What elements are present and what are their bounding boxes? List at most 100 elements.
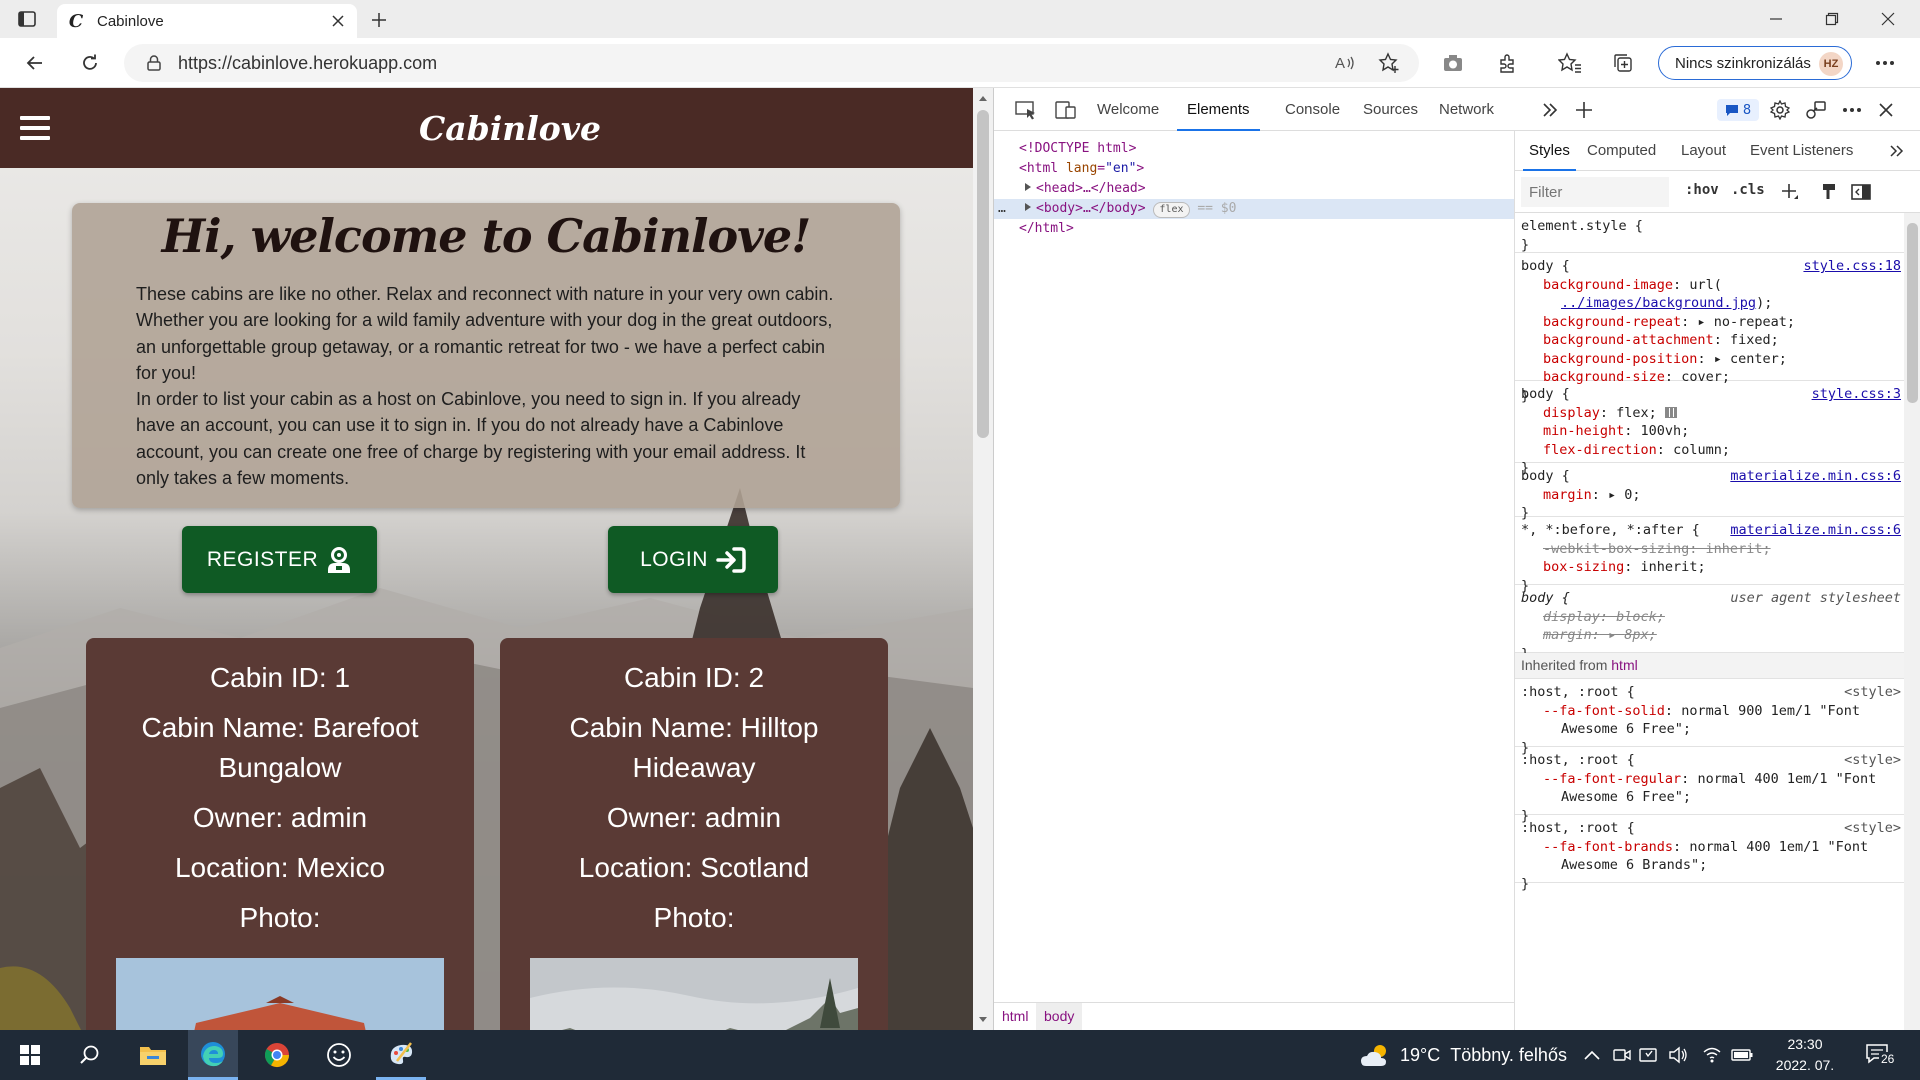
back-icon[interactable] (20, 48, 50, 78)
rule-body-background[interactable]: body { style.css:18 background-image: ur… (1515, 253, 1905, 404)
declaration-overridden[interactable]: margin: ▸ 8px; (1521, 626, 1905, 645)
device-toolbar-icon[interactable] (1054, 98, 1078, 122)
close-devtools-icon[interactable] (1874, 98, 1898, 122)
search-icon[interactable] (65, 1030, 115, 1080)
refresh-icon[interactable] (75, 48, 105, 78)
sync-profile-button[interactable]: Nincs szinkronizálás HZ (1658, 46, 1852, 80)
tab-actions-icon[interactable] (16, 8, 38, 30)
taskbar-clock[interactable]: 23:30 2022. 07. 19. (1770, 1034, 1840, 1080)
file-explorer-icon[interactable] (128, 1030, 178, 1080)
dom-node-head[interactable]: <head>…</head> (994, 179, 1514, 199)
restore-window-icon[interactable] (1804, 0, 1860, 38)
rule-source-link[interactable]: style.css:3 (1812, 385, 1901, 404)
screenshot-icon[interactable] (1438, 48, 1468, 78)
customize-menu-icon[interactable] (1840, 98, 1864, 122)
dom-node-html-close[interactable]: </html> (994, 219, 1514, 239)
inspect-element-icon[interactable] (1014, 98, 1038, 122)
collections-icon[interactable] (1608, 48, 1638, 78)
rule-root-fa-brands[interactable]: :host, :root { <style> --fa-font-brands:… (1515, 815, 1905, 892)
start-windows-icon[interactable] (5, 1030, 55, 1080)
toggle-hover-state-button[interactable]: :hov (1685, 182, 1719, 198)
rule-source-link[interactable]: style.css:18 (1803, 257, 1901, 276)
declaration[interactable]: background-image: url( (1521, 276, 1905, 295)
connected-devices-icon[interactable] (1804, 98, 1828, 122)
add-favorite-icon[interactable] (1374, 48, 1404, 78)
meet-now-icon[interactable] (1610, 1043, 1634, 1067)
rule-user-agent-body[interactable]: body { user agent stylesheet display: bl… (1515, 585, 1905, 662)
page-scroll-thumb[interactable] (977, 110, 989, 438)
flexbox-editor-icon[interactable] (1664, 407, 1677, 418)
settings-gear-icon[interactable] (1768, 98, 1792, 122)
login-button[interactable]: LOGIN (608, 526, 778, 593)
rule-root-fa-regular[interactable]: :host, :root { <style> --fa-font-regular… (1515, 747, 1905, 824)
devtools-tab-sources[interactable]: Sources (1363, 88, 1418, 131)
close-window-icon[interactable] (1860, 0, 1916, 38)
inherited-element-link[interactable]: html (1611, 657, 1637, 673)
rule-source-link[interactable]: materialize.min.css:6 (1730, 521, 1901, 540)
address-bar[interactable]: https://cabinlove.herokuapp.com (124, 44, 1419, 82)
page-scrollbar[interactable] (973, 88, 993, 1030)
toggle-element-state-icon[interactable] (1818, 181, 1840, 203)
devtools-tab-welcome[interactable]: Welcome (1097, 88, 1159, 131)
devtools-tab-network[interactable]: Network (1439, 88, 1494, 131)
issues-badge[interactable]: 8 (1717, 99, 1759, 121)
new-tab-icon[interactable] (365, 6, 393, 34)
declaration[interactable]: background-position: ▸ center; (1521, 350, 1905, 369)
background-image-link[interactable]: ../images/background.jpg (1561, 295, 1756, 311)
flex-badge[interactable]: flex (1153, 202, 1190, 218)
site-logo[interactable]: Cabinlove (0, 88, 973, 168)
breadcrumb-html[interactable]: html (994, 1003, 1036, 1030)
declaration[interactable]: --fa-font-solid: normal 900 1em/1 "Font (1521, 702, 1905, 721)
register-button[interactable]: REGISTER (182, 526, 377, 593)
battery-icon[interactable] (1730, 1043, 1754, 1067)
toggle-classes-button[interactable]: .cls (1731, 182, 1765, 198)
declaration[interactable]: box-sizing: inherit; (1521, 558, 1905, 577)
more-options-icon[interactable] (1870, 48, 1900, 78)
emoji-app-icon[interactable] (314, 1030, 364, 1080)
styles-filter-input[interactable] (1521, 177, 1669, 207)
declaration[interactable]: background-attachment: fixed; (1521, 331, 1905, 350)
dom-node-body[interactable]: … <body>…</body> flex == $0 (994, 199, 1514, 219)
declaration[interactable]: --fa-font-regular: normal 400 1em/1 "Fon… (1521, 770, 1905, 789)
more-tabs-icon[interactable] (1538, 98, 1562, 122)
read-aloud-icon[interactable]: A (1330, 48, 1360, 78)
scroll-up-icon[interactable] (977, 92, 989, 104)
subtab-event-listeners[interactable]: Event Listeners (1750, 131, 1853, 171)
declaration-overridden[interactable]: -webkit-box-sizing: inherit; (1521, 540, 1905, 559)
subtab-layout[interactable]: Layout (1681, 131, 1726, 171)
volume-icon[interactable] (1666, 1043, 1690, 1067)
declaration[interactable]: --fa-font-brands: normal 400 1em/1 "Font (1521, 838, 1905, 857)
breadcrumb-body[interactable]: body (1036, 1003, 1083, 1030)
rule-universal-box-sizing[interactable]: *, *:before, *:after { materialize.min.c… (1515, 517, 1905, 594)
rule-body-margin[interactable]: body { materialize.min.css:6 margin: ▸ 0… (1515, 463, 1905, 521)
subtab-computed[interactable]: Computed (1587, 131, 1656, 171)
expand-triangle-icon[interactable] (1024, 182, 1036, 192)
rule-body-flex[interactable]: body { style.css:3 display: flex; min-he… (1515, 381, 1905, 476)
lock-icon[interactable] (146, 54, 162, 72)
browser-tab[interactable]: C Cabinlove (57, 4, 357, 38)
extensions-icon[interactable] (1493, 48, 1523, 78)
notification-center-icon[interactable]: 26 (1865, 1040, 1899, 1070)
rule-root-fa-solid[interactable]: :host, :root { <style> --fa-font-solid: … (1515, 679, 1905, 756)
devtools-tab-elements[interactable]: Elements (1177, 88, 1260, 131)
declaration[interactable]: margin: ▸ 0; (1521, 486, 1905, 505)
defender-shield-icon[interactable] (1636, 1043, 1660, 1067)
edge-browser-icon[interactable] (188, 1030, 238, 1080)
declaration[interactable]: background-repeat: ▸ no-repeat; (1521, 313, 1905, 332)
more-subtabs-icon[interactable] (1889, 144, 1905, 158)
expand-triangle-icon[interactable] (1024, 202, 1036, 212)
declaration-overridden[interactable]: display: block; (1521, 608, 1905, 627)
dom-node-html[interactable]: <html lang="en"> (994, 159, 1514, 179)
chrome-browser-icon[interactable] (252, 1030, 302, 1080)
add-tool-icon[interactable] (1572, 98, 1596, 122)
favorites-icon[interactable] (1555, 48, 1585, 78)
rule-element-style[interactable]: element.style { } (1515, 213, 1905, 253)
node-actions-ellipsis[interactable]: … (998, 199, 1024, 219)
minimize-window-icon[interactable] (1748, 0, 1804, 38)
weather-widget[interactable]: 19°C Többny. felhős (1360, 1030, 1567, 1080)
styles-scrollbar[interactable] (1904, 213, 1920, 1030)
devtools-tab-console[interactable]: Console (1285, 88, 1340, 131)
new-style-rule-icon[interactable] (1779, 181, 1801, 203)
toggle-sidebar-icon[interactable] (1850, 181, 1872, 203)
rule-source-link[interactable]: materialize.min.css:6 (1730, 467, 1901, 486)
